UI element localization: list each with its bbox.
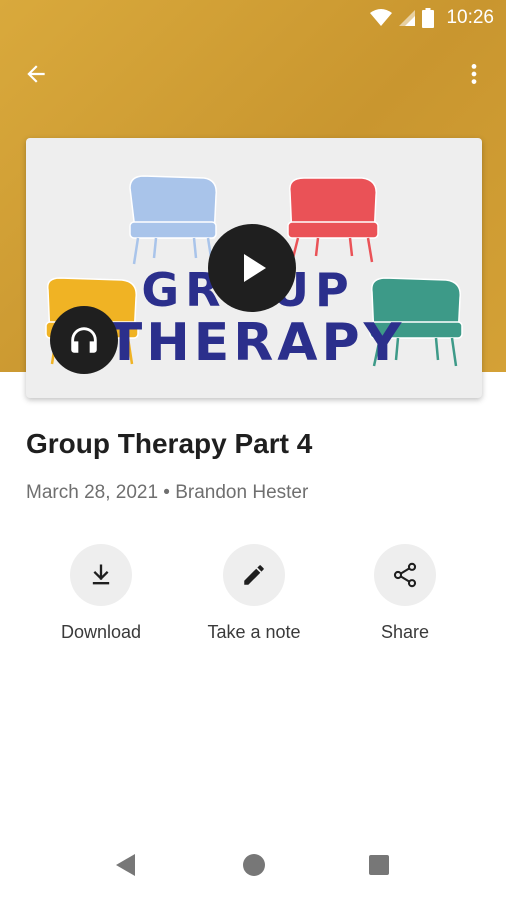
system-navigation-bar <box>0 830 506 900</box>
download-button[interactable] <box>70 544 132 606</box>
wifi-icon <box>370 9 393 26</box>
arrow-back-icon <box>27 65 45 83</box>
listen-audio-button[interactable] <box>50 306 118 374</box>
pencil-icon <box>244 565 264 585</box>
red-chair-illustration <box>287 177 379 263</box>
episode-artwork[interactable]: GROUP THERAPY <box>26 138 482 398</box>
take-note-action[interactable]: Take a note <box>179 544 329 643</box>
battery-icon <box>422 8 435 28</box>
more-options-button[interactable] <box>454 54 494 94</box>
app-bar <box>0 46 506 102</box>
back-button[interactable] <box>16 54 56 94</box>
nav-home-icon[interactable] <box>243 854 265 876</box>
artwork-text-line2: THERAPY <box>107 313 406 373</box>
share-label: Share <box>380 622 430 642</box>
nav-back-icon[interactable] <box>116 854 136 876</box>
take-note-label: Take a note <box>207 622 301 642</box>
status-bar: 10:26 <box>0 0 506 36</box>
signal-icon <box>399 10 416 26</box>
nav-recents-icon[interactable] <box>369 855 389 875</box>
blue-chair-illustration <box>129 175 217 265</box>
episode-meta: March 28, 2021 • Brandon Hester <box>26 482 309 503</box>
play-button[interactable] <box>208 224 296 312</box>
action-row: Download Take a note Share <box>0 544 506 654</box>
download-icon <box>92 564 110 585</box>
share-action[interactable]: Share <box>330 544 480 643</box>
headphones-icon <box>71 327 97 353</box>
play-icon <box>244 254 266 282</box>
share-button[interactable] <box>374 544 436 606</box>
take-note-button[interactable] <box>223 544 285 606</box>
download-label: Download <box>60 622 142 642</box>
download-action[interactable]: Download <box>26 544 176 643</box>
episode-title: Group Therapy Part 4 <box>26 428 313 459</box>
share-icon <box>393 562 417 588</box>
more-vert-icon <box>471 64 477 84</box>
status-time: 10:26 <box>446 7 494 28</box>
